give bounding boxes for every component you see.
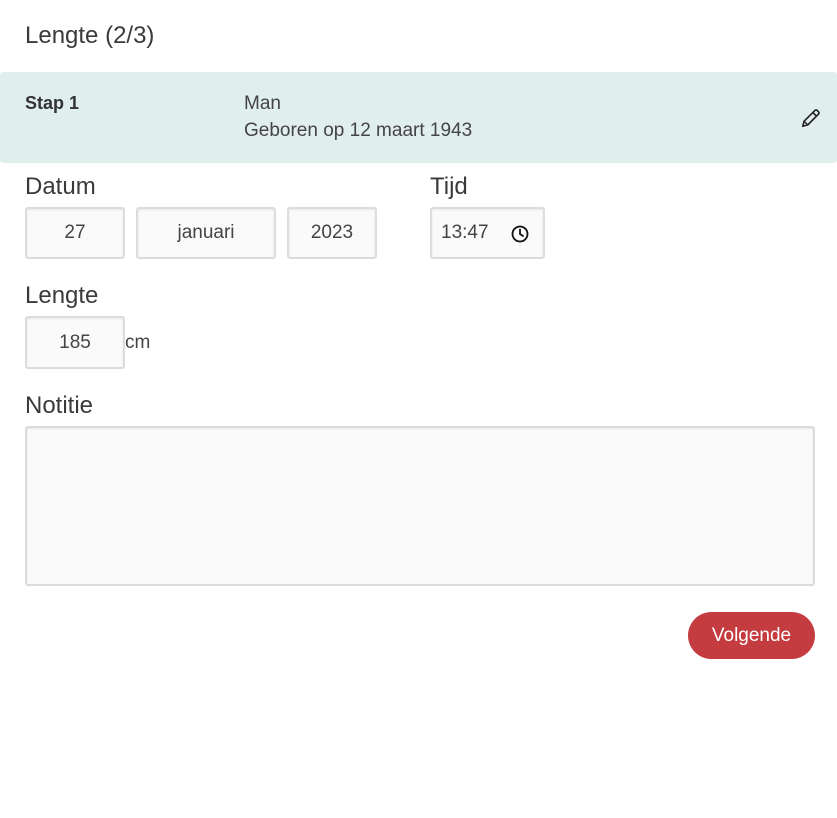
month-select[interactable]: januari (136, 207, 276, 259)
step-label: Stap 1 (25, 93, 80, 113)
step-summary: Stap 1 Man Geboren op 12 maart 1943 (0, 72, 837, 163)
year-input[interactable]: 2023 (287, 207, 377, 259)
length-unit: cm (125, 332, 151, 353)
gender-text: Man (244, 93, 281, 114)
note-textarea[interactable] (25, 426, 815, 586)
page-title: Lengte (2/3) (25, 22, 155, 49)
edit-step-button[interactable] (799, 106, 823, 130)
notitie-label: Notitie (25, 392, 94, 419)
birth-date-text: Geboren op 12 maart 1943 (244, 120, 473, 141)
tijd-label: Tijd (430, 173, 468, 200)
length-input[interactable]: 185 (25, 316, 125, 369)
pencil-icon (801, 109, 820, 128)
time-value: 13:47 (441, 222, 489, 243)
clock-icon[interactable] (510, 224, 530, 244)
day-input[interactable]: 27 (25, 207, 125, 259)
time-input[interactable]: 13:47 (430, 207, 545, 259)
datum-label: Datum (25, 173, 96, 200)
next-button[interactable]: Volgende (688, 612, 815, 659)
lengte-label: Lengte (25, 282, 99, 309)
